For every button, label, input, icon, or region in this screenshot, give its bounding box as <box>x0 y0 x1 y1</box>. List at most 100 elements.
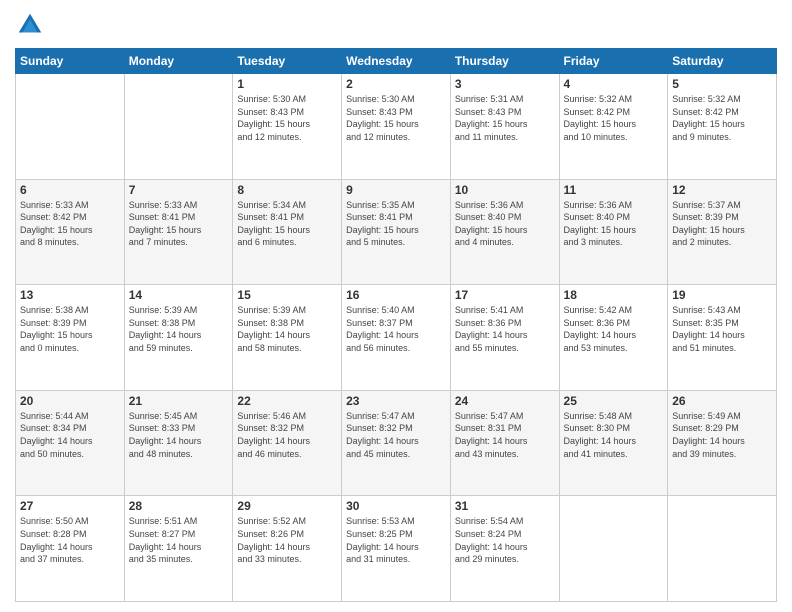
calendar-cell: 30Sunrise: 5:53 AM Sunset: 8:25 PM Dayli… <box>342 496 451 602</box>
calendar-cell: 9 Sunrise: 5:35 AM Sunset: 8:41 PM Daylig… <box>342 179 451 285</box>
calendar-cell: 7 Sunrise: 5:33 AM Sunset: 8:41 PM Daylig… <box>124 179 233 285</box>
calendar-cell: 14 Sunrise: 5:39 AM Sunset: 8:38 PM Dayli… <box>124 285 233 391</box>
day-number: 8 <box>237 183 337 197</box>
calendar-cell: 26 Sunrise: 5:49 AM Sunset: 8:29 PM Dayli… <box>668 390 777 496</box>
day-number: 15 <box>237 288 337 302</box>
calendar-cell: 27 Sunrise: 5:50 AM Sunset: 8:28 PM Dayli… <box>16 496 125 602</box>
day-info: Sunrise: 5:53 AM Sunset: 8:25 PM Dayligh… <box>346 515 446 565</box>
calendar-week-5: 27 Sunrise: 5:50 AM Sunset: 8:28 PM Dayli… <box>16 496 777 602</box>
day-info: Sunrise: 5:39 AM Sunset: 8:38 PM Dayligh… <box>129 304 229 354</box>
day-info: Sunrise: 5:46 AM Sunset: 8:32 PM Dayligh… <box>237 410 337 460</box>
day-number: 21 <box>129 394 229 408</box>
weekday-header-saturday: Saturday <box>668 49 777 74</box>
day-info: Sunrise: 5:32 AM Sunset: 8:42 PM Dayligh… <box>564 93 664 143</box>
calendar-week-3: 13Sunrise: 5:38 AM Sunset: 8:39 PM Dayli… <box>16 285 777 391</box>
calendar-cell: 24 Sunrise: 5:47 AM Sunset: 8:31 PM Dayli… <box>450 390 559 496</box>
weekday-header-friday: Friday <box>559 49 668 74</box>
day-info: Sunrise: 5:31 AM Sunset: 8:43 PM Dayligh… <box>455 93 555 143</box>
day-number: 23 <box>346 394 446 408</box>
day-number: 16 <box>346 288 446 302</box>
calendar-cell: 19 Sunrise: 5:43 AM Sunset: 8:35 PM Dayli… <box>668 285 777 391</box>
calendar-cell: 12Sunrise: 5:37 AM Sunset: 8:39 PM Dayli… <box>668 179 777 285</box>
calendar-cell: 29 Sunrise: 5:52 AM Sunset: 8:26 PM Dayli… <box>233 496 342 602</box>
logo <box>15 10 49 40</box>
calendar-table: SundayMondayTuesdayWednesdayThursdayFrid… <box>15 48 777 602</box>
day-number: 9 <box>346 183 446 197</box>
day-info: Sunrise: 5:40 AM Sunset: 8:37 PM Dayligh… <box>346 304 446 354</box>
day-info: Sunrise: 5:35 AM Sunset: 8:41 PM Dayligh… <box>346 199 446 249</box>
weekday-header-monday: Monday <box>124 49 233 74</box>
calendar-cell: 8 Sunrise: 5:34 AM Sunset: 8:41 PM Daylig… <box>233 179 342 285</box>
day-info: Sunrise: 5:39 AM Sunset: 8:38 PM Dayligh… <box>237 304 337 354</box>
day-number: 4 <box>564 77 664 91</box>
calendar-cell: 18 Sunrise: 5:42 AM Sunset: 8:36 PM Dayli… <box>559 285 668 391</box>
calendar-cell: 28Sunrise: 5:51 AM Sunset: 8:27 PM Dayli… <box>124 496 233 602</box>
day-number: 28 <box>129 499 229 513</box>
day-info: Sunrise: 5:44 AM Sunset: 8:34 PM Dayligh… <box>20 410 120 460</box>
calendar-cell: 31Sunrise: 5:54 AM Sunset: 8:24 PM Dayli… <box>450 496 559 602</box>
calendar-cell <box>668 496 777 602</box>
day-info: Sunrise: 5:33 AM Sunset: 8:41 PM Dayligh… <box>129 199 229 249</box>
calendar-cell: 17 Sunrise: 5:41 AM Sunset: 8:36 PM Dayli… <box>450 285 559 391</box>
page: SundayMondayTuesdayWednesdayThursdayFrid… <box>0 0 792 612</box>
day-info: Sunrise: 5:47 AM Sunset: 8:31 PM Dayligh… <box>455 410 555 460</box>
day-info: Sunrise: 5:36 AM Sunset: 8:40 PM Dayligh… <box>564 199 664 249</box>
day-number: 7 <box>129 183 229 197</box>
day-number: 29 <box>237 499 337 513</box>
weekday-header-sunday: Sunday <box>16 49 125 74</box>
weekday-header-row: SundayMondayTuesdayWednesdayThursdayFrid… <box>16 49 777 74</box>
day-number: 19 <box>672 288 772 302</box>
day-number: 27 <box>20 499 120 513</box>
day-info: Sunrise: 5:43 AM Sunset: 8:35 PM Dayligh… <box>672 304 772 354</box>
day-number: 22 <box>237 394 337 408</box>
day-info: Sunrise: 5:41 AM Sunset: 8:36 PM Dayligh… <box>455 304 555 354</box>
day-info: Sunrise: 5:49 AM Sunset: 8:29 PM Dayligh… <box>672 410 772 460</box>
calendar-cell: 21Sunrise: 5:45 AM Sunset: 8:33 PM Dayli… <box>124 390 233 496</box>
day-number: 17 <box>455 288 555 302</box>
calendar-cell: 22 Sunrise: 5:46 AM Sunset: 8:32 PM Dayli… <box>233 390 342 496</box>
header <box>15 10 777 40</box>
calendar-cell: 2 Sunrise: 5:30 AM Sunset: 8:43 PM Daylig… <box>342 74 451 180</box>
logo-icon <box>15 10 45 40</box>
day-number: 10 <box>455 183 555 197</box>
calendar-cell: 16 Sunrise: 5:40 AM Sunset: 8:37 PM Dayli… <box>342 285 451 391</box>
calendar-cell <box>559 496 668 602</box>
day-number: 1 <box>237 77 337 91</box>
calendar-cell: 1 Sunrise: 5:30 AM Sunset: 8:43 PM Daylig… <box>233 74 342 180</box>
day-number: 26 <box>672 394 772 408</box>
day-info: Sunrise: 5:32 AM Sunset: 8:42 PM Dayligh… <box>672 93 772 143</box>
day-info: Sunrise: 5:34 AM Sunset: 8:41 PM Dayligh… <box>237 199 337 249</box>
day-number: 6 <box>20 183 120 197</box>
day-info: Sunrise: 5:52 AM Sunset: 8:26 PM Dayligh… <box>237 515 337 565</box>
day-number: 18 <box>564 288 664 302</box>
day-info: Sunrise: 5:42 AM Sunset: 8:36 PM Dayligh… <box>564 304 664 354</box>
day-info: Sunrise: 5:50 AM Sunset: 8:28 PM Dayligh… <box>20 515 120 565</box>
day-number: 2 <box>346 77 446 91</box>
day-info: Sunrise: 5:30 AM Sunset: 8:43 PM Dayligh… <box>346 93 446 143</box>
day-info: Sunrise: 5:30 AM Sunset: 8:43 PM Dayligh… <box>237 93 337 143</box>
day-info: Sunrise: 5:47 AM Sunset: 8:32 PM Dayligh… <box>346 410 446 460</box>
calendar-cell: 4 Sunrise: 5:32 AM Sunset: 8:42 PM Daylig… <box>559 74 668 180</box>
day-number: 24 <box>455 394 555 408</box>
day-number: 31 <box>455 499 555 513</box>
day-number: 11 <box>564 183 664 197</box>
calendar-cell <box>16 74 125 180</box>
calendar-cell: 23 Sunrise: 5:47 AM Sunset: 8:32 PM Dayli… <box>342 390 451 496</box>
calendar-cell: 3Sunrise: 5:31 AM Sunset: 8:43 PM Daylig… <box>450 74 559 180</box>
calendar-week-1: 1 Sunrise: 5:30 AM Sunset: 8:43 PM Daylig… <box>16 74 777 180</box>
day-number: 25 <box>564 394 664 408</box>
calendar-cell: 11 Sunrise: 5:36 AM Sunset: 8:40 PM Dayli… <box>559 179 668 285</box>
calendar-week-2: 6 Sunrise: 5:33 AM Sunset: 8:42 PM Daylig… <box>16 179 777 285</box>
day-info: Sunrise: 5:38 AM Sunset: 8:39 PM Dayligh… <box>20 304 120 354</box>
day-number: 14 <box>129 288 229 302</box>
day-info: Sunrise: 5:37 AM Sunset: 8:39 PM Dayligh… <box>672 199 772 249</box>
calendar-cell: 5Sunrise: 5:32 AM Sunset: 8:42 PM Daylig… <box>668 74 777 180</box>
calendar-cell: 6 Sunrise: 5:33 AM Sunset: 8:42 PM Daylig… <box>16 179 125 285</box>
day-info: Sunrise: 5:36 AM Sunset: 8:40 PM Dayligh… <box>455 199 555 249</box>
day-info: Sunrise: 5:33 AM Sunset: 8:42 PM Dayligh… <box>20 199 120 249</box>
weekday-header-thursday: Thursday <box>450 49 559 74</box>
day-number: 20 <box>20 394 120 408</box>
calendar-cell: 15 Sunrise: 5:39 AM Sunset: 8:38 PM Dayli… <box>233 285 342 391</box>
calendar-cell <box>124 74 233 180</box>
weekday-header-wednesday: Wednesday <box>342 49 451 74</box>
